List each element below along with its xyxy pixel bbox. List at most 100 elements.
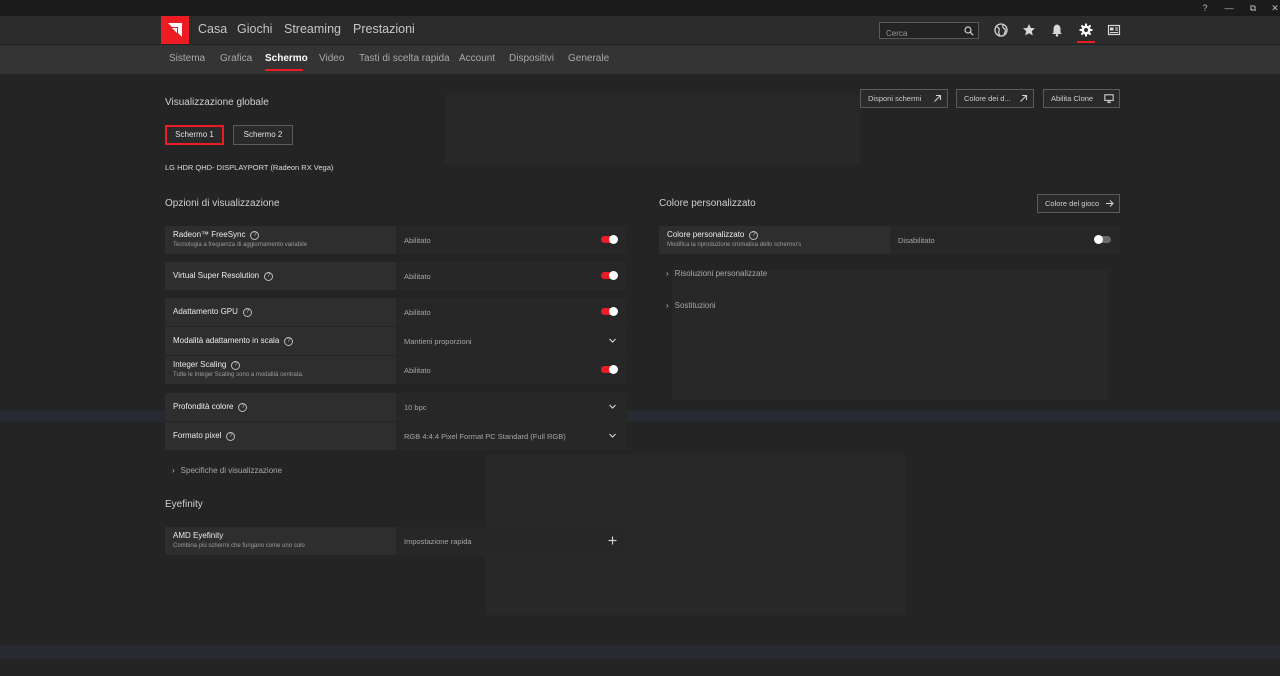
minimize-button[interactable]: —: [1218, 1, 1240, 15]
toggle-knob: [1094, 235, 1103, 244]
vsr-label-wrap: Virtual Super Resolution?: [173, 271, 274, 281]
freesync-description: Tecnologia a frequenza di aggiornamento …: [173, 242, 308, 248]
gpu-scaling-toggle[interactable]: [601, 307, 618, 316]
display-color-label: Colore dei d...: [964, 94, 1011, 103]
arrange-displays-label: Disponi schermi: [868, 94, 922, 103]
vsr-value-area: Abilitato: [396, 262, 627, 290]
window-title-bar: ? — ⧉ ✕: [0, 0, 1280, 16]
toggle-knob: [609, 235, 618, 244]
tab-account[interactable]: Account: [459, 53, 495, 64]
integer-scaling-label-wrap: Integer Scaling?: [173, 360, 241, 370]
close-icon[interactable]: ✕: [1264, 1, 1280, 15]
freesync-toggle[interactable]: [601, 235, 618, 244]
enable-clone-button[interactable]: Abilita Clone: [1043, 89, 1120, 108]
eyefinity-title: Eyefinity: [165, 499, 203, 510]
integer-scaling-label: Integer Scaling: [173, 360, 227, 369]
toggle-knob: [609, 307, 618, 316]
chevron-right-icon: ›: [172, 466, 175, 475]
help-window-icon[interactable]: ?: [1194, 1, 1216, 15]
gear-active-indicator: [1077, 41, 1095, 43]
eyefinity-quick-setup[interactable]: Impostazione rapida: [396, 527, 627, 555]
integer-scaling-toggle[interactable]: [601, 365, 618, 374]
overrides-expander[interactable]: › Sostituzioni: [666, 301, 716, 310]
screen-2-button[interactable]: Schermo 2: [233, 125, 293, 145]
vsr-toggle[interactable]: [601, 271, 618, 280]
help-icon[interactable]: ?: [284, 337, 294, 346]
scaling-mode-dropdown[interactable]: Mantieni proporzioni: [396, 327, 627, 355]
help-icon[interactable]: ?: [250, 231, 260, 240]
color-depth-label-wrap: Profondità colore?: [173, 402, 248, 412]
display-options-title: Opzioni di visualizzazione: [165, 198, 280, 209]
tab-sistema[interactable]: Sistema: [169, 53, 205, 64]
display-specs-label: Specifiche di visualizzazione: [180, 466, 283, 475]
custom-color-title: Colore personalizzato: [659, 198, 756, 209]
integer-scaling-row: Integer Scaling? Tutte le Integer Scalin…: [165, 356, 627, 384]
nav-giochi[interactable]: Giochi: [237, 22, 272, 36]
help-icon[interactable]: ?: [238, 403, 248, 412]
arrange-displays-button[interactable]: Disponi schermi: [860, 89, 948, 108]
gpu-scaling-value-area: Abilitato: [396, 298, 627, 326]
restore-icon[interactable]: ⧉: [1242, 1, 1264, 15]
help-icon[interactable]: ?: [226, 432, 236, 441]
scaling-mode-label-wrap: Modalità adattamento in scala?: [173, 336, 294, 346]
tab-dispositivi[interactable]: Dispositivi: [509, 53, 554, 64]
chevron-right-icon: ›: [666, 269, 669, 278]
help-icon[interactable]: ?: [231, 361, 241, 370]
news-icon[interactable]: [1107, 23, 1121, 37]
global-display-title: Visualizzazione globale: [165, 97, 269, 108]
plus-icon: [608, 536, 617, 545]
toggle-knob: [609, 271, 618, 280]
help-icon[interactable]: ?: [749, 231, 759, 240]
eyefinity-value: Impostazione rapida: [404, 537, 472, 546]
custom-color-toggle[interactable]: [1094, 235, 1111, 244]
nav-casa[interactable]: Casa: [198, 22, 227, 36]
tab-schermo[interactable]: Schermo: [265, 53, 308, 64]
amd-arrow-icon: [168, 23, 182, 37]
gear-icon[interactable]: [1079, 23, 1093, 37]
tab-video[interactable]: Video: [319, 53, 344, 64]
gpu-scaling-label-wrap: Adattamento GPU?: [173, 307, 252, 317]
nav-streaming[interactable]: Streaming: [284, 22, 341, 36]
tab-schermo-indicator: [265, 69, 303, 71]
scaling-mode-row: Modalità adattamento in scala? Mantieni …: [165, 327, 627, 355]
pixel-format-value: RGB 4:4:4 Pixel Format PC Standard (Full…: [404, 432, 566, 441]
gpu-scaling-row: Adattamento GPU? Abilitato: [165, 298, 627, 326]
bell-icon[interactable]: [1050, 23, 1064, 37]
background-ghost-panel: [672, 270, 1108, 400]
freesync-value: Abilitato: [404, 236, 431, 245]
freesync-row: Radeon™ FreeSync? Tecnologia a frequenza…: [165, 226, 627, 254]
freesync-value-area: Abilitato: [396, 226, 627, 254]
freesync-label-wrap: Radeon™ FreeSync?: [173, 230, 260, 240]
color-depth-row: Profondità colore? 10 bpc: [165, 393, 627, 421]
search-icon[interactable]: [964, 26, 974, 36]
integer-scaling-value-area: Abilitato: [396, 356, 627, 384]
integer-scaling-value: Abilitato: [404, 366, 431, 375]
overrides-label: Sostituzioni: [674, 301, 716, 310]
help-icon[interactable]: ?: [242, 308, 252, 317]
screen-1-button[interactable]: Schermo 1: [165, 125, 224, 145]
nav-prestazioni[interactable]: Prestazioni: [353, 22, 415, 36]
amd-logo[interactable]: [161, 16, 189, 44]
freesync-label: Radeon™ FreeSync: [173, 230, 246, 239]
background-ghost-panel: [445, 95, 860, 165]
display-color-button[interactable]: Colore dei d...: [956, 89, 1034, 108]
star-icon[interactable]: [1022, 23, 1036, 37]
color-depth-dropdown[interactable]: 10 bpc: [396, 393, 627, 421]
custom-color-label-wrap: Colore personalizzato?: [667, 230, 759, 240]
eyefinity-description: Combina più schermi che fungano come uno…: [173, 543, 305, 549]
tab-tasti-di-scelta-rapida[interactable]: Tasti di scelta rapida: [359, 53, 450, 64]
tab-grafica[interactable]: Grafica: [220, 53, 252, 64]
help-icon[interactable]: ?: [264, 272, 274, 281]
globe-icon[interactable]: [994, 23, 1008, 37]
gpu-scaling-label: Adattamento GPU: [173, 307, 238, 316]
game-color-label: Colore del gioco: [1045, 199, 1100, 208]
pixel-format-label: Formato pixel: [173, 431, 222, 440]
search-input[interactable]: [880, 26, 960, 41]
pixel-format-dropdown[interactable]: RGB 4:4:4 Pixel Format PC Standard (Full…: [396, 422, 627, 450]
background-ghost-strip: [0, 645, 1280, 659]
custom-resolutions-expander[interactable]: › Risoluzioni personalizzate: [666, 269, 767, 278]
display-specs-expander[interactable]: › Specifiche di visualizzazione: [172, 466, 282, 475]
game-color-button[interactable]: Colore del gioco: [1037, 194, 1120, 213]
vsr-row: Virtual Super Resolution? Abilitato: [165, 262, 627, 290]
tab-generale[interactable]: Generale: [568, 53, 609, 64]
